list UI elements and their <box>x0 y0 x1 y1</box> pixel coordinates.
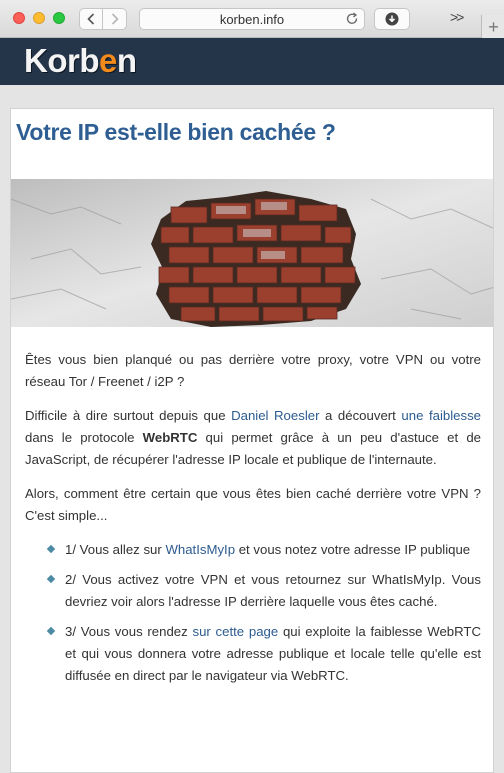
diamond-bullet-icon <box>46 626 56 636</box>
new-tab-button[interactable]: + <box>481 15 504 39</box>
link-une-faiblesse[interactable]: une faiblesse <box>401 408 481 423</box>
toolbar-overflow-button[interactable]: >> <box>450 9 464 25</box>
url-text: korben.info <box>219 11 285 27</box>
link-sur-cette-page[interactable]: sur cette page <box>192 624 278 639</box>
download-icon <box>385 12 399 26</box>
list-item: 3/ Vous vous rendez sur cette page qui e… <box>46 621 481 687</box>
close-window-button[interactable] <box>13 12 25 24</box>
browser-toolbar: korben.info >> + <box>0 0 504 39</box>
paragraph-webrtc: Difficile à dire surtout depuis que Dani… <box>25 408 482 467</box>
article-title[interactable]: Votre IP est-elle bien cachée ? <box>16 119 336 146</box>
chevron-right-icon <box>111 13 119 25</box>
diamond-bullet-icon <box>46 544 56 554</box>
link-daniel-roesler[interactable]: Daniel Roesler <box>231 408 319 423</box>
site-logo[interactable]: Korben <box>24 42 137 80</box>
list-item: 2/ Vous activez votre VPN et vous retour… <box>46 569 481 613</box>
site-header: Korben <box>0 38 504 85</box>
forward-button[interactable] <box>103 8 127 30</box>
article-card: Votre IP est-elle bien cachée ? Êtes vou <box>10 108 494 773</box>
diamond-bullet-icon <box>46 574 56 584</box>
article-hero-image <box>11 179 493 327</box>
downloads-button[interactable] <box>374 8 410 30</box>
back-button[interactable] <box>79 8 103 30</box>
paragraph-intro: Êtes vous bien planqué ou pas derrière v… <box>25 352 481 389</box>
chevron-left-icon <box>87 13 95 25</box>
minimize-window-button[interactable] <box>33 12 45 24</box>
reload-icon[interactable] <box>345 12 359 26</box>
article-body: Êtes vous bien planqué ou pas derrière v… <box>25 349 481 695</box>
address-bar[interactable]: korben.info <box>139 8 365 30</box>
steps-list: 1/ Vous allez sur WhatIsMyIp et vous not… <box>25 539 481 687</box>
zoom-window-button[interactable] <box>53 12 65 24</box>
webrtc-bold: WebRTC <box>142 430 198 445</box>
link-whatismyip[interactable]: WhatIsMyIp <box>165 542 235 557</box>
paragraph-question: Alors, comment être certain que vous ête… <box>25 486 481 523</box>
list-item: 1/ Vous allez sur WhatIsMyIp et vous not… <box>46 539 481 561</box>
